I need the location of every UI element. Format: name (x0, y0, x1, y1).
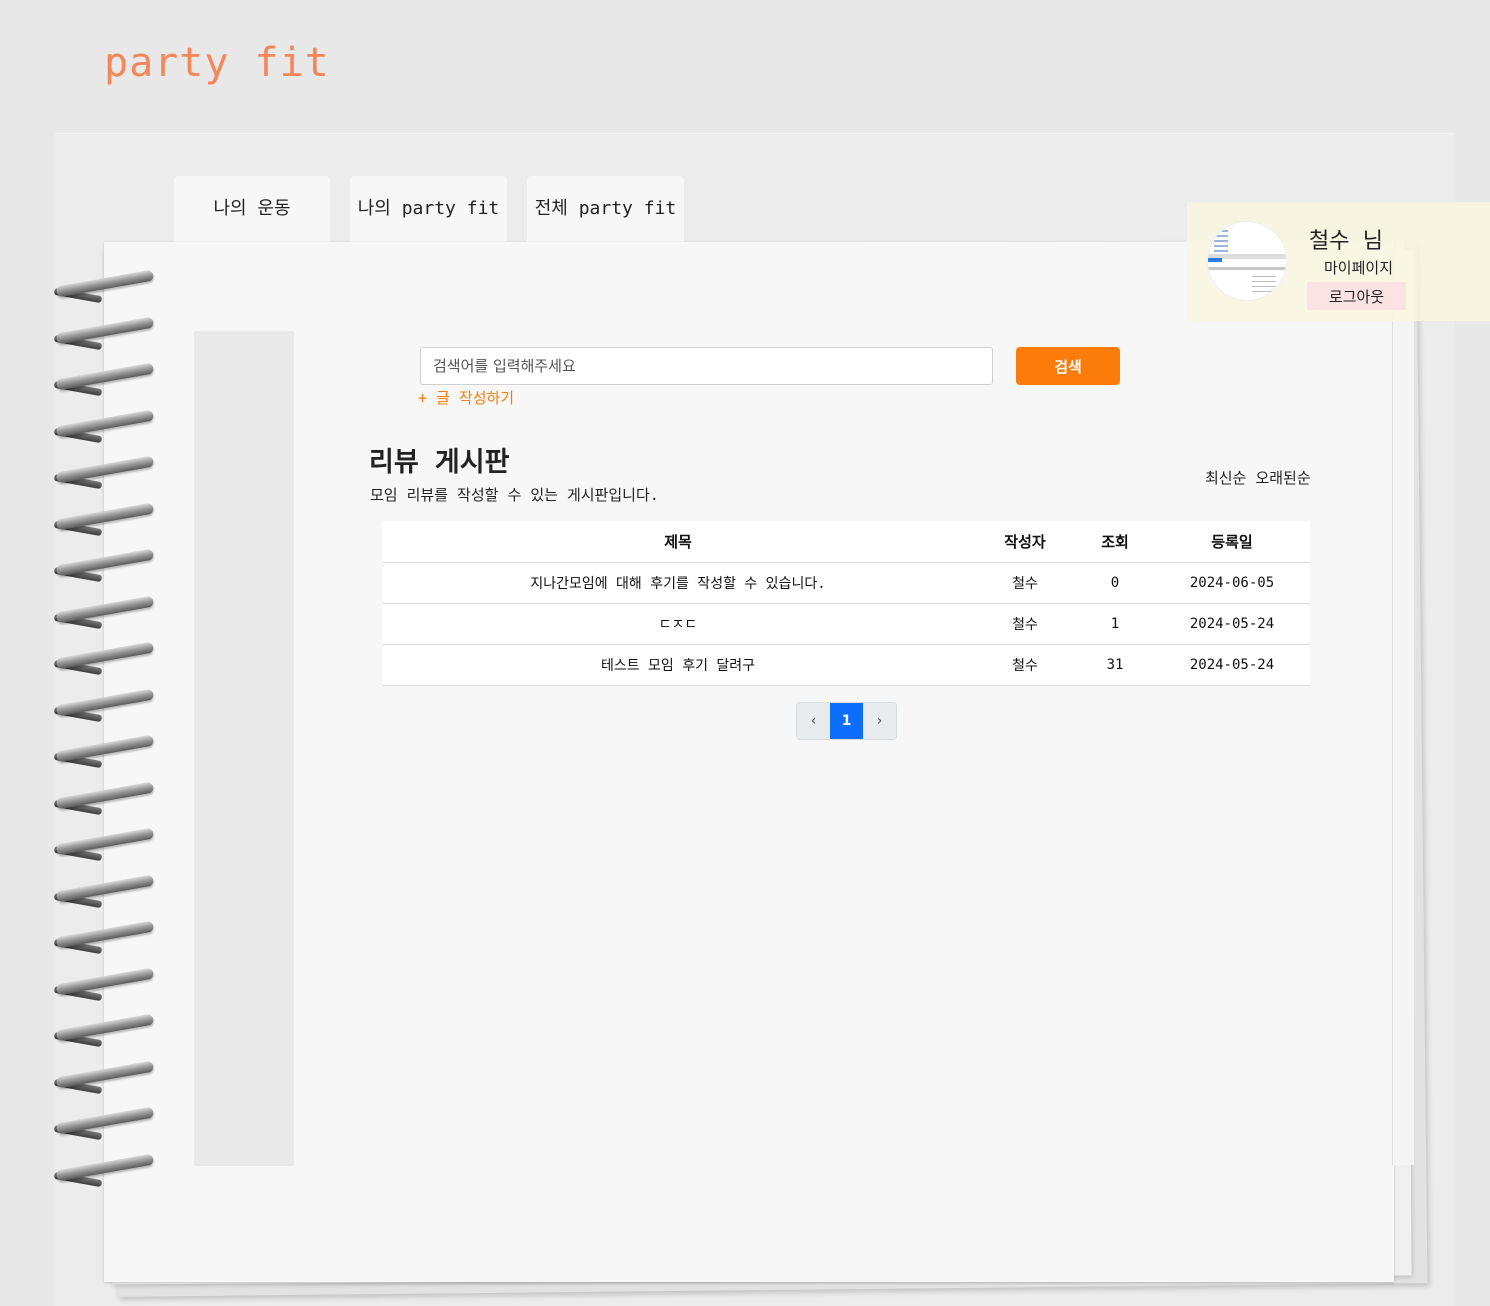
spiral-ring (52, 734, 157, 769)
post-author: 철수 (974, 644, 1076, 686)
spiral-ring (52, 1153, 157, 1187)
post-title[interactable]: ㄷㅈㄷ (382, 603, 974, 645)
spiral-ring (52, 548, 157, 583)
search-input[interactable] (420, 347, 993, 385)
board-title: 리뷰 게시판 (369, 447, 510, 478)
table-row[interactable]: 테스트 모임 후기 달려구 철수 31 2024-05-24 (382, 644, 1310, 686)
spiral-ring (52, 688, 157, 722)
post-date: 2024-06-05 (1154, 562, 1310, 604)
tab-my-exercise[interactable]: 나의 운동 (174, 176, 330, 246)
spiral-ring (52, 409, 157, 443)
post-views: 0 (1076, 562, 1154, 604)
spiral-ring (52, 1013, 157, 1048)
write-post-link[interactable]: + 글 작성하기 (418, 387, 514, 408)
app-logo[interactable]: party fit (104, 40, 330, 86)
sort-oldest[interactable]: 오래된순 (1255, 469, 1310, 487)
post-views: 1 (1076, 603, 1154, 645)
spiral-ring (52, 316, 157, 350)
spiral-ring (52, 967, 157, 1001)
left-sidebar-panel (194, 331, 294, 1166)
spiral-ring (52, 595, 157, 629)
sort-options: 최신순 오래된순 (1205, 467, 1311, 488)
spiral-ring (52, 1060, 157, 1094)
post-date: 2024-05-24 (1154, 644, 1310, 686)
pagination: ‹ 1 › (796, 702, 897, 740)
spiral-ring (52, 269, 157, 304)
spiral-ring (52, 502, 157, 536)
main-tabs: 나의 운동 나의 party fit 전체 party fit (174, 176, 684, 246)
post-title[interactable]: 테스트 모임 후기 달려구 (382, 644, 974, 686)
post-author: 철수 (974, 562, 1076, 604)
tab-all-party-fit[interactable]: 전체 party fit (527, 176, 684, 246)
column-header-date: 등록일 (1154, 521, 1310, 563)
spiral-ring (52, 455, 157, 490)
logout-button[interactable]: 로그아웃 (1307, 282, 1406, 310)
profile-card: 철수 님 마이페이지 로그아웃 (1187, 202, 1490, 321)
spiral-ring (52, 827, 157, 862)
chevron-left-icon[interactable]: ‹ (797, 703, 830, 739)
table-row[interactable]: 지나간모임에 대해 후기를 작성할 수 있습니다. 철수 0 2024-06-0… (382, 562, 1310, 604)
search-button[interactable]: 검색 (1016, 347, 1120, 385)
post-title[interactable]: 지나간모임에 대해 후기를 작성할 수 있습니다. (382, 562, 974, 604)
spiral-ring (52, 362, 157, 397)
spiral-binding (52, 269, 162, 1220)
page-edge-strip (1392, 250, 1414, 1165)
column-header-views: 조회 (1076, 521, 1154, 563)
page-number-current[interactable]: 1 (830, 703, 863, 739)
table-row[interactable]: ㄷㅈㄷ 철수 1 2024-05-24 (382, 603, 1310, 645)
chevron-right-icon[interactable]: › (863, 703, 896, 739)
spiral-ring (52, 1106, 157, 1141)
post-author: 철수 (974, 603, 1076, 645)
column-header-title: 제목 (382, 521, 974, 563)
board-description: 모임 리뷰를 작성할 수 있는 게시판입니다. (370, 486, 659, 504)
spiral-ring (52, 781, 157, 815)
sort-newest[interactable]: 최신순 (1205, 469, 1246, 487)
spiral-ring (52, 920, 157, 955)
mypage-link[interactable]: 마이페이지 (1324, 257, 1393, 278)
review-table: 제목 작성자 조회 등록일 지나간모임에 대해 후기를 작성할 수 있습니다. … (382, 521, 1310, 686)
avatar[interactable] (1207, 221, 1287, 301)
tab-my-party-fit[interactable]: 나의 party fit (350, 176, 507, 246)
user-name: 철수 님 (1309, 229, 1383, 254)
spiral-ring (52, 641, 157, 676)
column-header-author: 작성자 (974, 521, 1076, 563)
spiral-ring (52, 874, 157, 908)
notebook-page (104, 242, 1394, 1282)
post-date: 2024-05-24 (1154, 603, 1310, 645)
post-views: 31 (1076, 644, 1154, 686)
